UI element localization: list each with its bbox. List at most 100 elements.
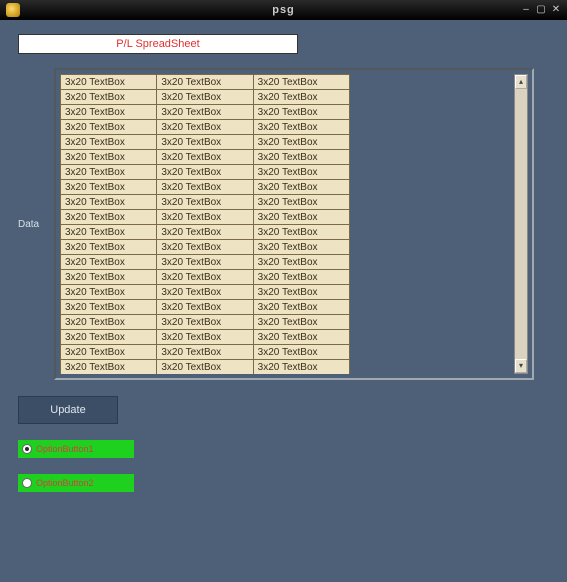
cell-input[interactable]: [161, 272, 248, 283]
cell-input[interactable]: [161, 347, 248, 358]
cell-input[interactable]: [258, 152, 345, 163]
minimize-button[interactable]: –: [521, 5, 531, 15]
cell-input[interactable]: [258, 272, 345, 283]
cell[interactable]: [157, 360, 253, 375]
cell-input[interactable]: [258, 362, 345, 373]
cell-input[interactable]: [65, 347, 152, 358]
close-button[interactable]: ✕: [551, 5, 561, 15]
cell[interactable]: [157, 270, 253, 285]
cell-input[interactable]: [258, 302, 345, 313]
scroll-up-button[interactable]: ▴: [515, 75, 527, 89]
cell[interactable]: [253, 195, 349, 210]
cell-input[interactable]: [161, 92, 248, 103]
cell-input[interactable]: [65, 122, 152, 133]
scroll-track[interactable]: [515, 89, 527, 359]
cell[interactable]: [253, 165, 349, 180]
cell[interactable]: [61, 90, 157, 105]
cell-input[interactable]: [65, 272, 152, 283]
cell-input[interactable]: [65, 182, 152, 193]
cell-input[interactable]: [258, 347, 345, 358]
cell[interactable]: [61, 150, 157, 165]
cell-input[interactable]: [258, 107, 345, 118]
cell[interactable]: [157, 75, 253, 90]
cell-input[interactable]: [258, 197, 345, 208]
cell[interactable]: [253, 315, 349, 330]
cell[interactable]: [157, 210, 253, 225]
cell[interactable]: [253, 300, 349, 315]
cell[interactable]: [253, 240, 349, 255]
cell-input[interactable]: [161, 227, 248, 238]
cell[interactable]: [253, 360, 349, 375]
cell[interactable]: [253, 75, 349, 90]
cell[interactable]: [157, 165, 253, 180]
cell[interactable]: [61, 345, 157, 360]
cell-input[interactable]: [258, 317, 345, 328]
cell[interactable]: [253, 345, 349, 360]
cell[interactable]: [61, 285, 157, 300]
cell-input[interactable]: [258, 167, 345, 178]
cell-input[interactable]: [161, 242, 248, 253]
cell-input[interactable]: [258, 287, 345, 298]
cell[interactable]: [253, 330, 349, 345]
cell-input[interactable]: [161, 332, 248, 343]
cell[interactable]: [253, 270, 349, 285]
cell[interactable]: [253, 225, 349, 240]
cell-input[interactable]: [161, 212, 248, 223]
cell-input[interactable]: [258, 332, 345, 343]
cell-input[interactable]: [258, 137, 345, 148]
cell-input[interactable]: [258, 182, 345, 193]
spreadsheet-scroll[interactable]: [60, 74, 514, 374]
cell-input[interactable]: [65, 227, 152, 238]
cell[interactable]: [61, 120, 157, 135]
cell-input[interactable]: [65, 77, 152, 88]
cell[interactable]: [157, 180, 253, 195]
cell[interactable]: [253, 120, 349, 135]
cell-input[interactable]: [258, 212, 345, 223]
cell[interactable]: [253, 210, 349, 225]
cell-input[interactable]: [65, 167, 152, 178]
cell[interactable]: [253, 150, 349, 165]
cell[interactable]: [253, 90, 349, 105]
cell-input[interactable]: [161, 167, 248, 178]
cell-input[interactable]: [161, 107, 248, 118]
cell-input[interactable]: [65, 302, 152, 313]
cell-input[interactable]: [65, 197, 152, 208]
cell-input[interactable]: [258, 227, 345, 238]
cell[interactable]: [157, 255, 253, 270]
cell-input[interactable]: [258, 77, 345, 88]
cell[interactable]: [157, 105, 253, 120]
cell[interactable]: [157, 330, 253, 345]
cell-input[interactable]: [65, 137, 152, 148]
cell-input[interactable]: [65, 332, 152, 343]
cell[interactable]: [61, 165, 157, 180]
cell[interactable]: [61, 105, 157, 120]
cell[interactable]: [61, 360, 157, 375]
cell[interactable]: [61, 180, 157, 195]
cell-input[interactable]: [65, 362, 152, 373]
cell[interactable]: [157, 315, 253, 330]
cell[interactable]: [61, 240, 157, 255]
cell[interactable]: [61, 135, 157, 150]
cell-input[interactable]: [161, 257, 248, 268]
cell-input[interactable]: [161, 122, 248, 133]
scroll-down-button[interactable]: ▾: [515, 359, 527, 373]
cell[interactable]: [157, 240, 253, 255]
cell[interactable]: [157, 90, 253, 105]
cell-input[interactable]: [258, 92, 345, 103]
cell-input[interactable]: [161, 152, 248, 163]
cell-input[interactable]: [258, 257, 345, 268]
cell[interactable]: [61, 75, 157, 90]
cell-input[interactable]: [258, 242, 345, 253]
cell-input[interactable]: [161, 182, 248, 193]
cell[interactable]: [61, 330, 157, 345]
cell-input[interactable]: [65, 287, 152, 298]
cell-input[interactable]: [258, 122, 345, 133]
header-input[interactable]: P/L SpreadSheet: [18, 34, 298, 54]
cell-input[interactable]: [65, 317, 152, 328]
cell-input[interactable]: [65, 92, 152, 103]
cell[interactable]: [253, 135, 349, 150]
cell[interactable]: [61, 270, 157, 285]
cell[interactable]: [61, 300, 157, 315]
cell-input[interactable]: [161, 137, 248, 148]
cell-input[interactable]: [161, 302, 248, 313]
